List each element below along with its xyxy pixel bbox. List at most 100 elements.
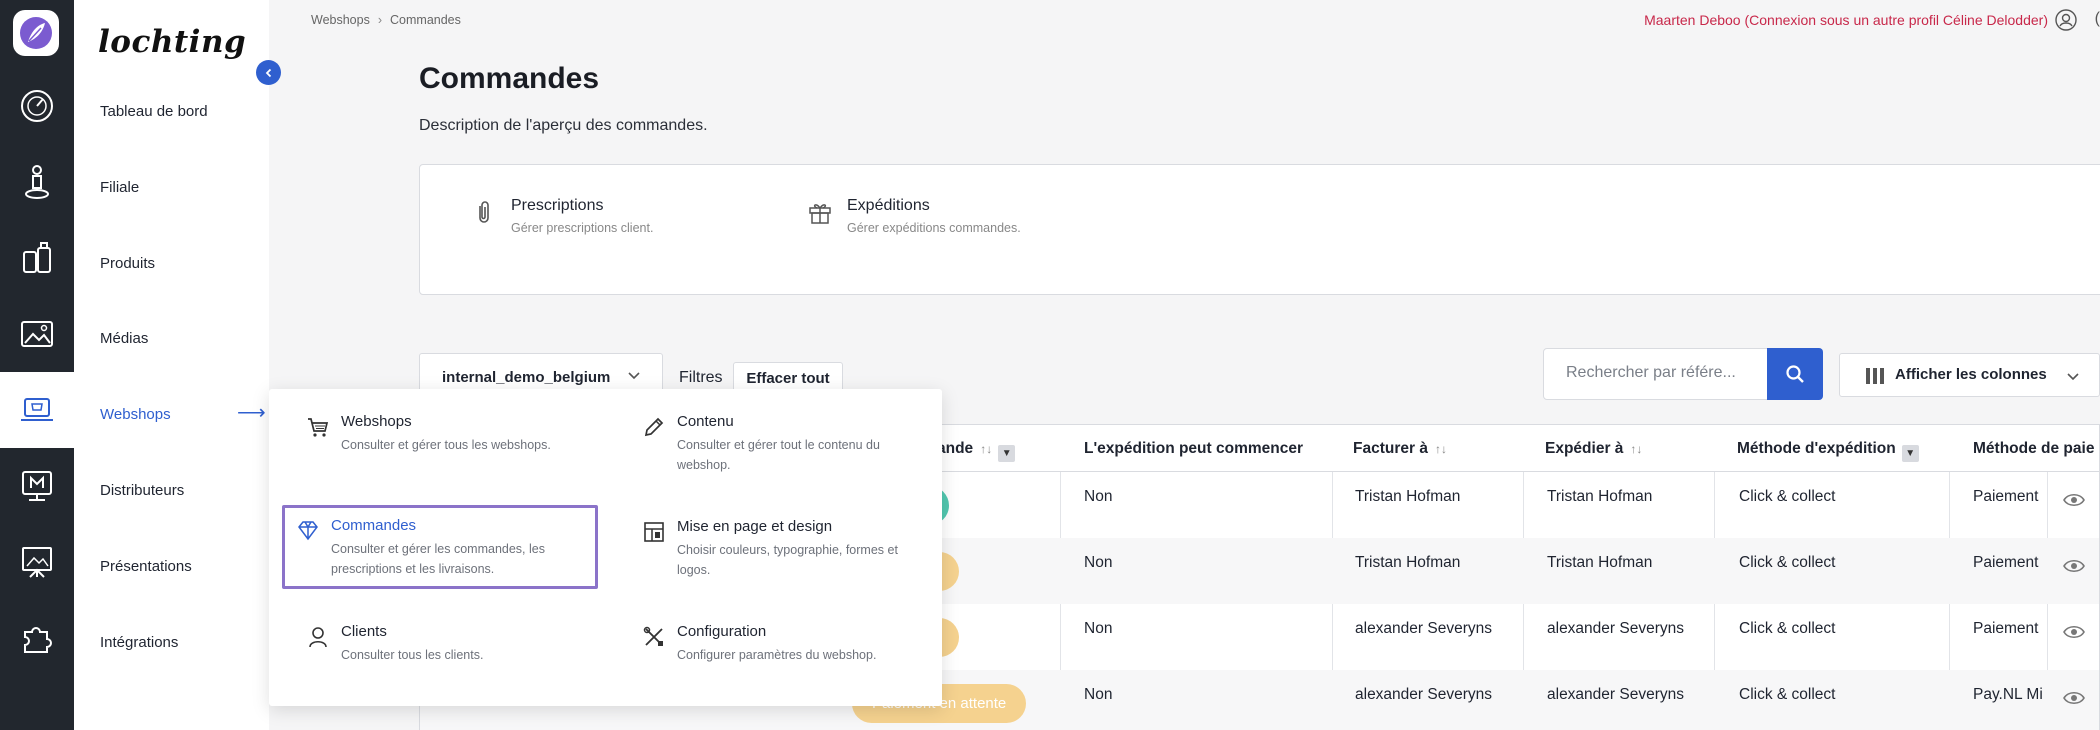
cell-payment: Paiement — [1973, 554, 2039, 571]
icon-rail — [0, 0, 74, 730]
menu-item-configuration[interactable]: Configuration Configurer paramètres du w… — [618, 601, 934, 685]
eye-icon[interactable] — [2063, 558, 2085, 574]
laptop-shop-icon — [21, 398, 53, 421]
nav-item-presentations[interactable]: Présentations — [100, 558, 192, 575]
easel-icon — [22, 547, 52, 578]
menu-item-orders[interactable]: Commandes Consulter et gérer les command… — [282, 505, 598, 589]
menu-item-description: Consulter et gérer tout le contenu du we… — [677, 438, 880, 472]
cell-bill-to: Tristan Hofman — [1355, 488, 1461, 505]
cell-shipping: Click & collect — [1739, 686, 1836, 703]
menu-item-description: Consulter et gérer les commandes, les pr… — [331, 542, 545, 576]
menu-item-title: Mise en page et design — [677, 518, 833, 535]
column-header-shipping-method[interactable]: Méthode d'expédition ▼ — [1737, 440, 1919, 462]
nav-item-products[interactable]: Produits — [100, 255, 155, 272]
puzzle-icon — [24, 627, 52, 653]
cell-payment: Pay.NL Mi — [1973, 686, 2043, 703]
cell-can-ship: Non — [1084, 686, 1113, 703]
rail-products[interactable] — [0, 220, 74, 296]
cell-can-ship: Non — [1084, 620, 1113, 637]
menu-item-title: Clients — [341, 623, 387, 640]
search-icon — [1786, 365, 1804, 383]
cell-bill-to: alexander Severyns — [1355, 620, 1492, 637]
bottles-icon — [23, 242, 51, 273]
tools-icon — [643, 626, 663, 646]
person-pin-icon — [25, 165, 49, 199]
filter-icon: ▼ — [1901, 445, 1919, 462]
pencil-icon — [644, 417, 664, 437]
eye-icon[interactable] — [2063, 624, 2085, 640]
menu-item-description: Configurer paramètres du webshop. — [677, 648, 877, 662]
breadcrumb-separator-icon: › — [377, 13, 383, 27]
column-header-can-ship[interactable]: L'expédition peut commencer — [1084, 440, 1303, 458]
chevron-down-icon — [628, 372, 640, 380]
eye-icon[interactable] — [2063, 690, 2085, 706]
column-header-ship-to[interactable]: Expédier à ↑↓ — [1545, 440, 1642, 458]
filters-label: Filtres — [679, 369, 723, 386]
search-input[interactable] — [1566, 364, 1756, 382]
menu-item-title: Webshops — [341, 413, 412, 430]
menu-item-clients[interactable]: Clients Consulter tous les clients. — [282, 601, 598, 685]
user-circle-icon[interactable] — [2054, 8, 2078, 32]
menu-item-layout-design[interactable]: Mise en page et design Choisir couleurs,… — [618, 496, 934, 580]
quick-links-panel: Prescriptions Gérer prescriptions client… — [419, 164, 2100, 295]
menu-item-webshops[interactable]: Webshops Consulter et gérer tous les web… — [282, 391, 598, 475]
app-logo[interactable] — [13, 10, 59, 56]
nav-item-branch[interactable]: Filiale — [100, 179, 139, 196]
collapse-nav-button[interactable] — [256, 60, 281, 85]
menu-item-title: Configuration — [677, 623, 767, 640]
paperclip-icon — [479, 201, 489, 223]
cell-ship-to: alexander Severyns — [1547, 620, 1684, 637]
column-header-payment-method[interactable]: Méthode de paie — [1973, 440, 2094, 458]
cell-bill-to: Tristan Hofman — [1355, 554, 1461, 571]
card-description: Gérer prescriptions client. — [511, 221, 654, 235]
menu-item-description: Choisir couleurs, typographie, formes et… — [677, 543, 898, 577]
show-columns-label: Afficher les colonnes — [1895, 366, 2047, 383]
rail-media[interactable] — [0, 296, 74, 372]
page-title: Commandes — [419, 62, 600, 95]
column-header-status[interactable]: ande ↑↓ ▼ — [937, 440, 1016, 462]
rail-dashboard[interactable] — [0, 68, 74, 144]
rail-presentations[interactable] — [0, 524, 74, 600]
cell-payment: Paiement — [1973, 620, 2039, 637]
webshops-submenu: Webshops Consulter et gérer tous les web… — [269, 389, 942, 706]
gift-icon — [809, 204, 831, 224]
menu-item-title: Contenu — [677, 413, 734, 430]
webshop-select-value: internal_demo_belgium — [442, 369, 611, 386]
cell-can-ship: Non — [1084, 554, 1113, 571]
sort-icon: ↑↓ — [1434, 442, 1447, 456]
eye-icon[interactable] — [2063, 492, 2085, 508]
nav-item-webshops[interactable]: Webshops — [100, 406, 171, 423]
menu-item-title: Commandes — [331, 517, 417, 534]
card-title: Expéditions — [847, 197, 930, 214]
menu-item-content[interactable]: Contenu Consulter et gérer tout le conte… — [618, 391, 934, 475]
layout-icon — [644, 522, 664, 542]
search-field[interactable] — [1543, 348, 1768, 400]
rail-webshops[interactable] — [0, 372, 74, 448]
cell-shipping: Click & collect — [1739, 554, 1836, 571]
cell-ship-to: alexander Severyns — [1547, 686, 1684, 703]
cell-ship-to: Tristan Hofman — [1547, 554, 1653, 571]
nav-item-media[interactable]: Médias — [100, 330, 148, 347]
arrow-right-icon: ⟶ — [237, 402, 266, 424]
nav-item-dashboard[interactable]: Tableau de bord — [100, 103, 208, 120]
rail-branch[interactable] — [0, 144, 74, 220]
rail-distributors[interactable] — [0, 448, 74, 524]
image-icon — [21, 321, 53, 347]
filter-icon: ▼ — [998, 445, 1016, 462]
monitor-m-icon — [22, 471, 52, 501]
show-columns-dropdown[interactable]: Afficher les colonnes — [1839, 353, 2100, 397]
page-description: Description de l'aperçu des commandes. — [419, 117, 708, 134]
chevron-left-icon — [265, 68, 271, 77]
breadcrumb-webshops[interactable]: Webshops — [311, 13, 370, 27]
cell-shipping: Click & collect — [1739, 488, 1836, 505]
column-header-bill-to[interactable]: Facturer à ↑↓ — [1353, 440, 1447, 458]
card-description: Gérer expéditions commandes. — [847, 221, 1021, 235]
nav-item-distributors[interactable]: Distributeurs — [100, 482, 184, 499]
search-button[interactable] — [1767, 348, 1823, 400]
rail-integrations[interactable] — [0, 600, 74, 676]
sort-icon: ↑↓ — [980, 442, 993, 456]
chevron-down-icon — [2067, 373, 2079, 381]
user-icon — [309, 627, 327, 648]
nav-item-integrations[interactable]: Intégrations — [100, 634, 178, 651]
user-impersonation-label[interactable]: Maarten Deboo (Connexion sous un autre p… — [1644, 12, 2048, 28]
